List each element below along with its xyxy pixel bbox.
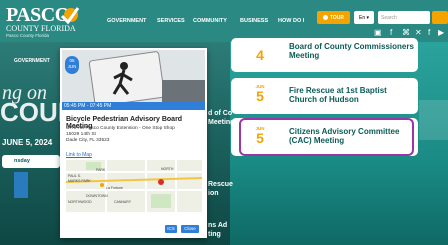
close-button[interactable]: Close [181, 225, 199, 233]
bg-event-fragment-3: Rescue [208, 181, 233, 188]
side-event-day: nsday [14, 158, 30, 164]
ics-button[interactable]: ICS [165, 225, 177, 233]
breadcrumb-government[interactable]: GOVERNMENT [14, 58, 50, 64]
nav-community[interactable]: COMMUNITY [193, 18, 227, 24]
map-label-park: PARK [96, 168, 106, 172]
side-date: JUNE 5, 2024 [2, 138, 53, 147]
event-time: 05:45 PM - 07:45 PM [62, 102, 205, 110]
event-location: UF/IFAS Pasco County Extension - One Sto… [66, 126, 204, 144]
facebook-small-icon[interactable]: f [428, 28, 430, 37]
nav-government[interactable]: GOVERNMENT [107, 18, 146, 24]
tour-icon [322, 15, 328, 20]
bg-event-fragment-6: ting [208, 231, 221, 238]
tour-button[interactable]: TOUR [317, 11, 350, 24]
search-input[interactable]: Search [378, 11, 430, 24]
modal-badge-month: JUN [67, 64, 77, 69]
event-day-2: 5 [256, 88, 264, 104]
calendar-icon[interactable]: ▣ [374, 28, 382, 37]
bg-event-fragment-1: d of Co [208, 110, 233, 117]
nav-business[interactable]: BUSINESS [240, 18, 268, 24]
bg-event-fragment-5: ns Ad [208, 222, 228, 229]
event-date-2: JUN 5 [253, 84, 267, 103]
map-label-lafortune: La Fortune [106, 186, 123, 190]
pedestrian-sign-image [62, 50, 205, 110]
event-date-1: 4 [253, 48, 267, 62]
side-blue-block [14, 172, 28, 198]
map-graphic [66, 160, 202, 212]
event-title-3[interactable]: Citizens Advisory Committee (CAC) Meetin… [289, 127, 414, 145]
event-title-2[interactable]: Fire Rescue at 1st Baptist Church of Hud… [289, 86, 414, 104]
facebook-icon[interactable]: f [390, 28, 392, 37]
side-event-card[interactable] [2, 155, 60, 168]
location-line-3: Dade City, FL 33523 [66, 138, 110, 143]
map-label-northwood: NORTHWOOD [68, 200, 92, 204]
share-icon[interactable]: ⌘ [402, 28, 410, 37]
search-button[interactable] [432, 11, 448, 24]
map-link[interactable]: Link to Map [66, 152, 92, 158]
logo-tagline: Pasco County Florida [6, 33, 50, 38]
logo-checkmark-icon [60, 7, 80, 25]
map-label-cannary: CANNARY [114, 200, 132, 204]
modal-date-badge: 05 JUN [65, 56, 79, 74]
logo-subtitle: COUNTY FLORIDA [6, 24, 76, 33]
right-scroll-panel [419, 100, 448, 140]
map-label-marks-park: MARKS PARK [68, 179, 91, 183]
bg-event-fragment-4: ion [208, 190, 219, 197]
map-label-downtown: DOWNTOWN [86, 194, 108, 198]
map-label-paul: PAUL S. [68, 174, 82, 178]
nav-how-do-i[interactable]: HOW DO I [278, 18, 304, 24]
map-label-north: NORTH [161, 167, 174, 171]
event-date-3: JUN 5 [253, 126, 267, 145]
event-title-1[interactable]: Board of County Commissioners Meeting [289, 42, 414, 60]
tour-label: TOUR [329, 14, 345, 21]
language-select[interactable]: En ▾ [354, 11, 374, 24]
location-map[interactable]: PARK PAUL S. MARKS PARK La Fortune DOWNT… [66, 160, 202, 212]
x-icon[interactable]: ✕ [415, 28, 422, 37]
event-day-3: 5 [256, 130, 264, 146]
event-day-1: 4 [256, 47, 264, 63]
youtube-icon[interactable]: ▶ [438, 28, 444, 37]
nav-services[interactable]: SERVICES [157, 18, 185, 24]
event-image [62, 50, 205, 110]
